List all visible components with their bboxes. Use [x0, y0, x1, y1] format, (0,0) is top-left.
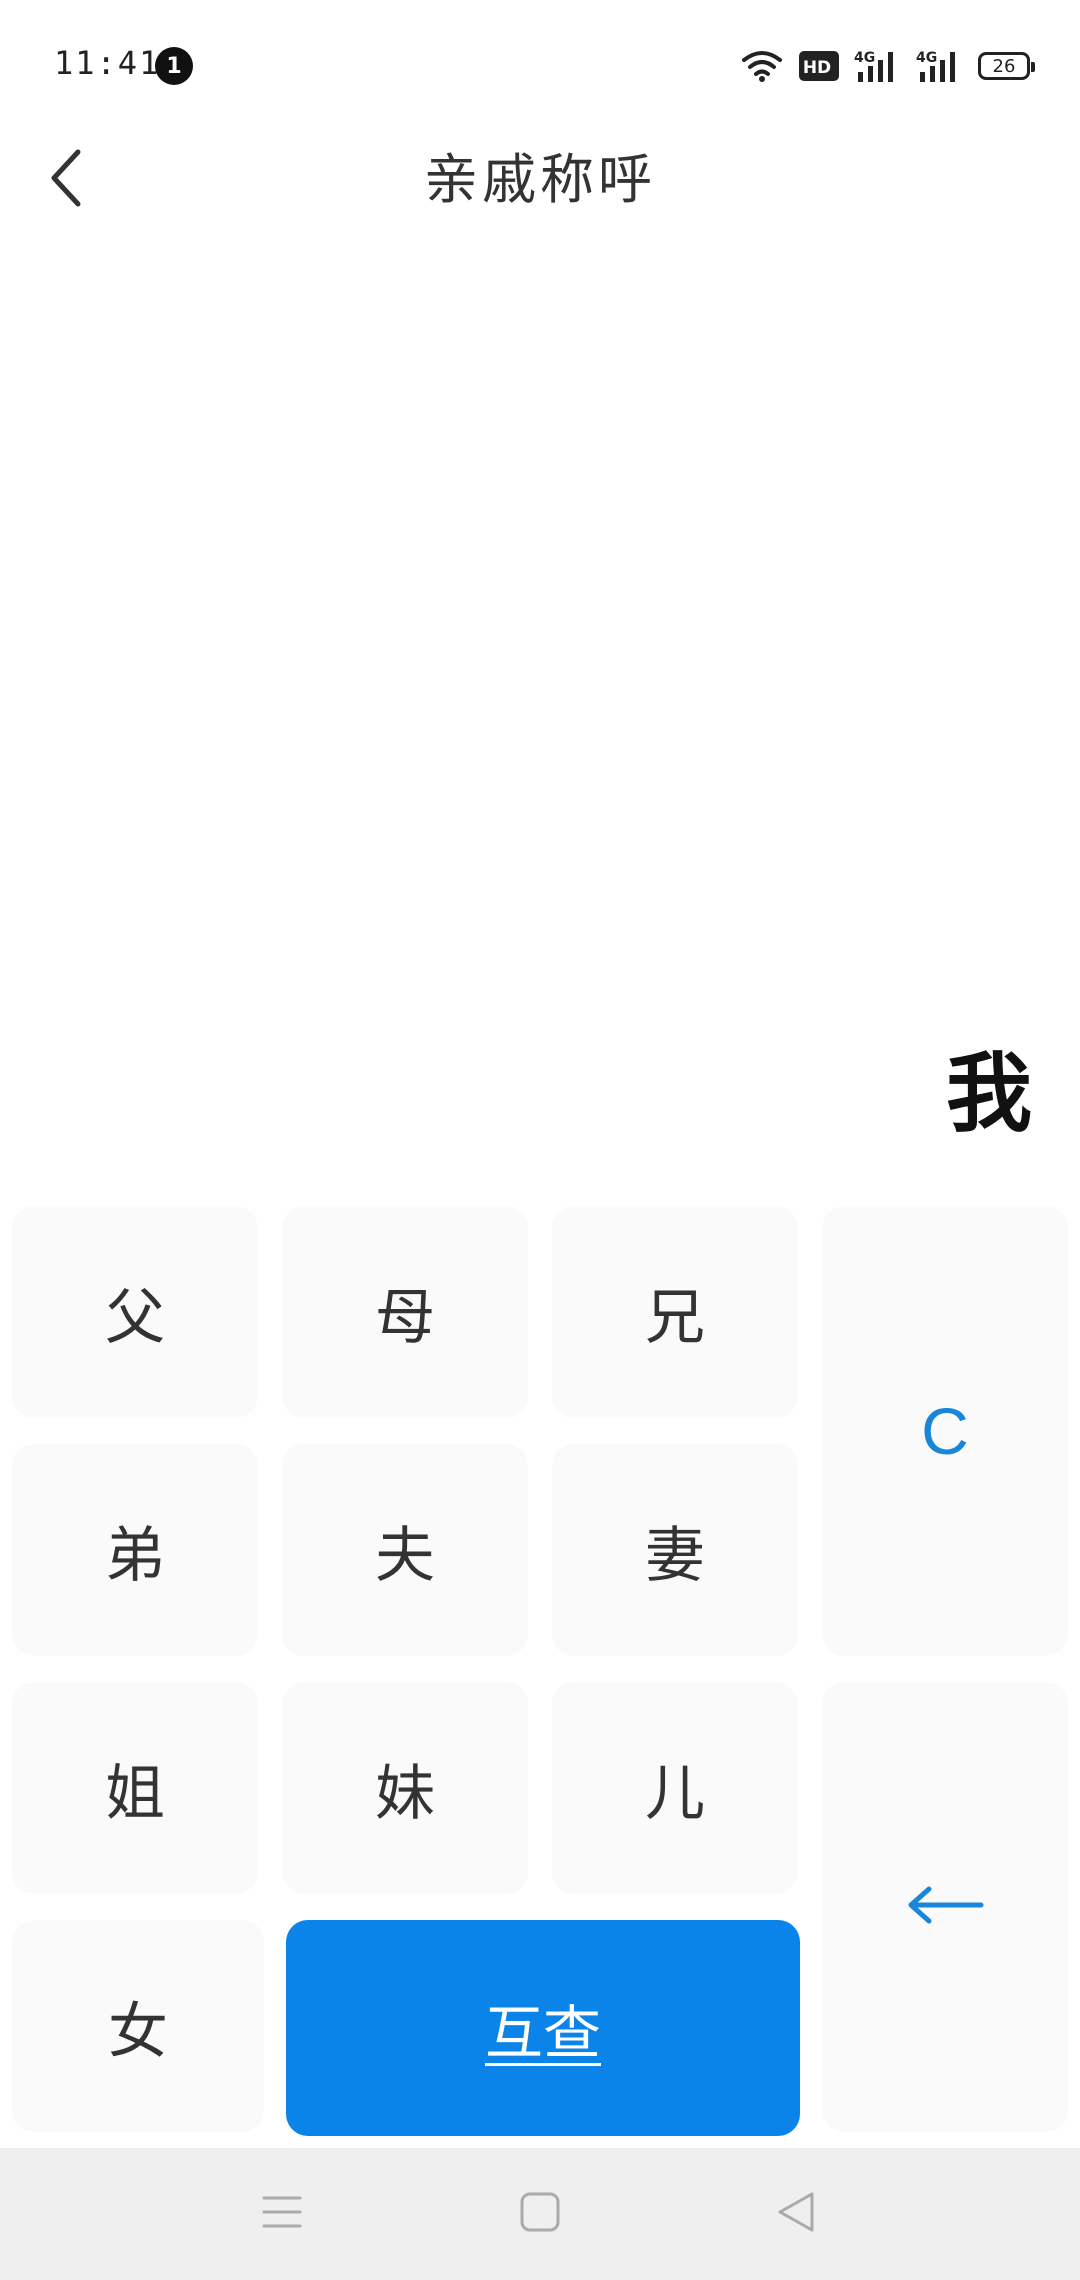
key-label: 妻: [645, 1520, 705, 1591]
query-label: 互查: [484, 1999, 601, 2067]
clear-label: C: [921, 1394, 969, 1468]
clear-button[interactable]: C: [822, 1206, 1068, 1656]
hd-icon: HD: [798, 50, 840, 82]
backspace-button[interactable]: [822, 1682, 1068, 2132]
backspace-arrow-icon: [905, 1872, 985, 1942]
page-title: 亲戚称呼: [424, 148, 656, 211]
key-label: 兄: [645, 1282, 705, 1353]
key-younger-sister[interactable]: 妹: [282, 1682, 528, 1894]
key-label: 女: [108, 1996, 168, 2067]
hd-label: HD: [803, 58, 831, 78]
key-father[interactable]: 父: [12, 1206, 258, 1418]
key-label: 夫: [375, 1520, 435, 1591]
key-mother[interactable]: 母: [282, 1206, 528, 1418]
key-daughter[interactable]: 女: [12, 1920, 264, 2132]
wifi-icon: [740, 48, 784, 84]
key-younger-brother[interactable]: 弟: [12, 1444, 258, 1656]
cellular-signal-icon: 4G: [854, 48, 902, 84]
app-header: 亲戚称呼: [0, 130, 1080, 230]
back-triangle-icon: [774, 2189, 818, 2239]
network-type-2: 4G: [916, 50, 937, 66]
key-husband[interactable]: 夫: [282, 1444, 528, 1656]
key-label: 母: [375, 1282, 435, 1353]
status-icons: HD 4G 4G 26: [740, 44, 1035, 88]
battery-level: 26: [992, 55, 1016, 77]
display-text: 我: [946, 1043, 1032, 1144]
query-button[interactable]: 互查: [286, 1920, 800, 2136]
home-button[interactable]: [508, 2182, 572, 2246]
system-nav-bar: [0, 2148, 1080, 2280]
status-bar: 11:41 1 HD 4G 4G 26: [0, 0, 1080, 130]
key-elder-brother[interactable]: 兄: [552, 1206, 798, 1418]
key-label: 妹: [375, 1758, 435, 1829]
key-wife[interactable]: 妻: [552, 1444, 798, 1656]
key-label: 弟: [105, 1520, 165, 1591]
network-type-1: 4G: [854, 50, 875, 66]
key-son[interactable]: 儿: [552, 1682, 798, 1894]
recent-apps-button[interactable]: [250, 2182, 314, 2246]
home-square-icon: [518, 2190, 562, 2238]
key-label: 父: [105, 1282, 165, 1353]
relation-keypad: 父 母 兄 弟 夫 妻 姐 妹 儿 女 互查 C: [0, 1190, 1080, 2150]
key-elder-sister[interactable]: 姐: [12, 1682, 258, 1894]
system-back-button[interactable]: [764, 2182, 828, 2246]
result-display: 我: [0, 230, 1080, 1170]
notification-badge: 1: [155, 47, 193, 85]
key-label: 儿: [645, 1758, 705, 1829]
menu-icon: [260, 2192, 304, 2236]
battery-icon: 26: [978, 52, 1035, 80]
key-label: 姐: [105, 1758, 165, 1829]
status-time: 11:41: [54, 44, 161, 82]
cellular-signal-icon: 4G: [916, 48, 964, 84]
